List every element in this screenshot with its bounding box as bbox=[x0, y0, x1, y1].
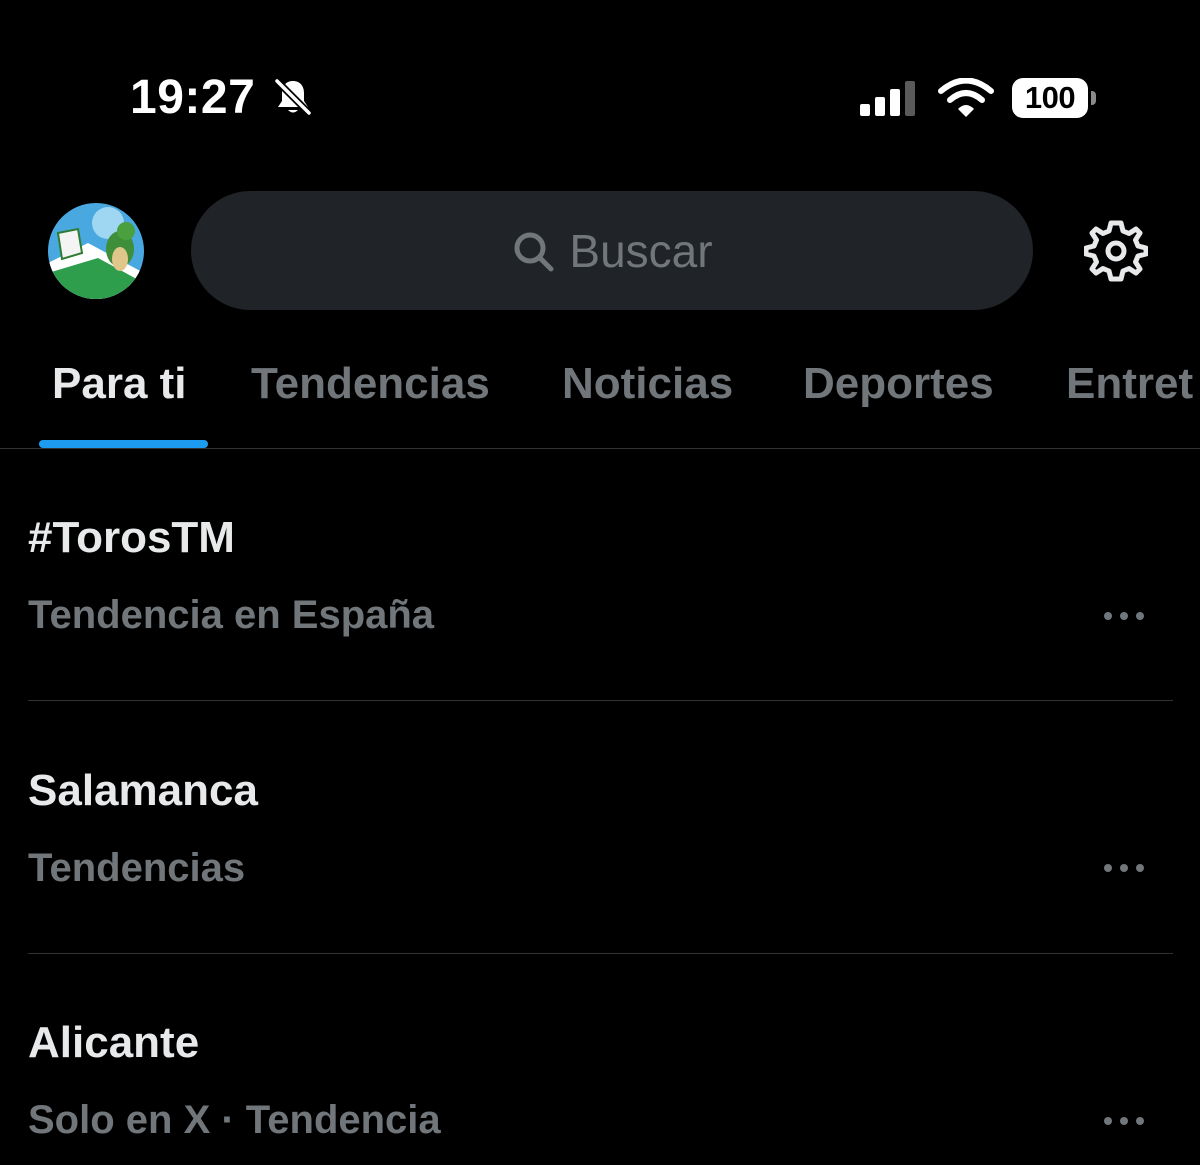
more-icon[interactable] bbox=[1100, 1113, 1148, 1129]
search-icon bbox=[514, 232, 554, 271]
signal-icon bbox=[860, 81, 915, 116]
search-placeholder: Buscar bbox=[569, 224, 713, 277]
avatar-image bbox=[48, 203, 144, 299]
tab-indicator bbox=[39, 440, 208, 448]
battery-level: 100 bbox=[1024, 80, 1076, 115]
battery-tip bbox=[1091, 91, 1096, 105]
trend-item[interactable]: Alicante Solo en X · Tendencia bbox=[0, 954, 1200, 1165]
bell-off-icon bbox=[274, 78, 312, 116]
battery-icon: 100 bbox=[1012, 78, 1096, 118]
tab-entretenimiento[interactable]: Entret bbox=[1066, 358, 1193, 410]
tab-para-ti[interactable]: Para ti bbox=[52, 358, 187, 410]
trend-meta: Tendencia en España bbox=[28, 593, 435, 637]
tab-bar: Para ti Tendencias Noticias Deportes Ent… bbox=[0, 340, 1200, 449]
trend-title: Alicante bbox=[28, 1018, 200, 1067]
more-icon[interactable] bbox=[1100, 608, 1148, 624]
trend-title: Salamanca bbox=[28, 766, 258, 815]
search-input[interactable]: Buscar bbox=[191, 191, 1033, 310]
more-icon[interactable] bbox=[1100, 860, 1148, 876]
tab-deportes[interactable]: Deportes bbox=[803, 358, 994, 410]
trend-meta: Tendencias bbox=[28, 846, 246, 890]
tab-tendencias[interactable]: Tendencias bbox=[251, 358, 490, 410]
avatar[interactable] bbox=[48, 203, 144, 299]
tab-noticias[interactable]: Noticias bbox=[562, 358, 733, 410]
status-time: 19:27 bbox=[130, 71, 256, 124]
trend-meta: Solo en X · Tendencia bbox=[28, 1098, 441, 1142]
trend-item[interactable]: #TorosTM Tendencia en España bbox=[0, 449, 1200, 702]
trend-title: #TorosTM bbox=[28, 513, 235, 562]
trend-item[interactable]: Salamanca Tendencias bbox=[0, 701, 1200, 954]
gear-icon[interactable] bbox=[1084, 219, 1148, 283]
battery-body: 100 bbox=[1012, 78, 1088, 118]
status-bar: 19:27 100 bbox=[0, 0, 1200, 190]
wifi-icon bbox=[938, 78, 994, 117]
